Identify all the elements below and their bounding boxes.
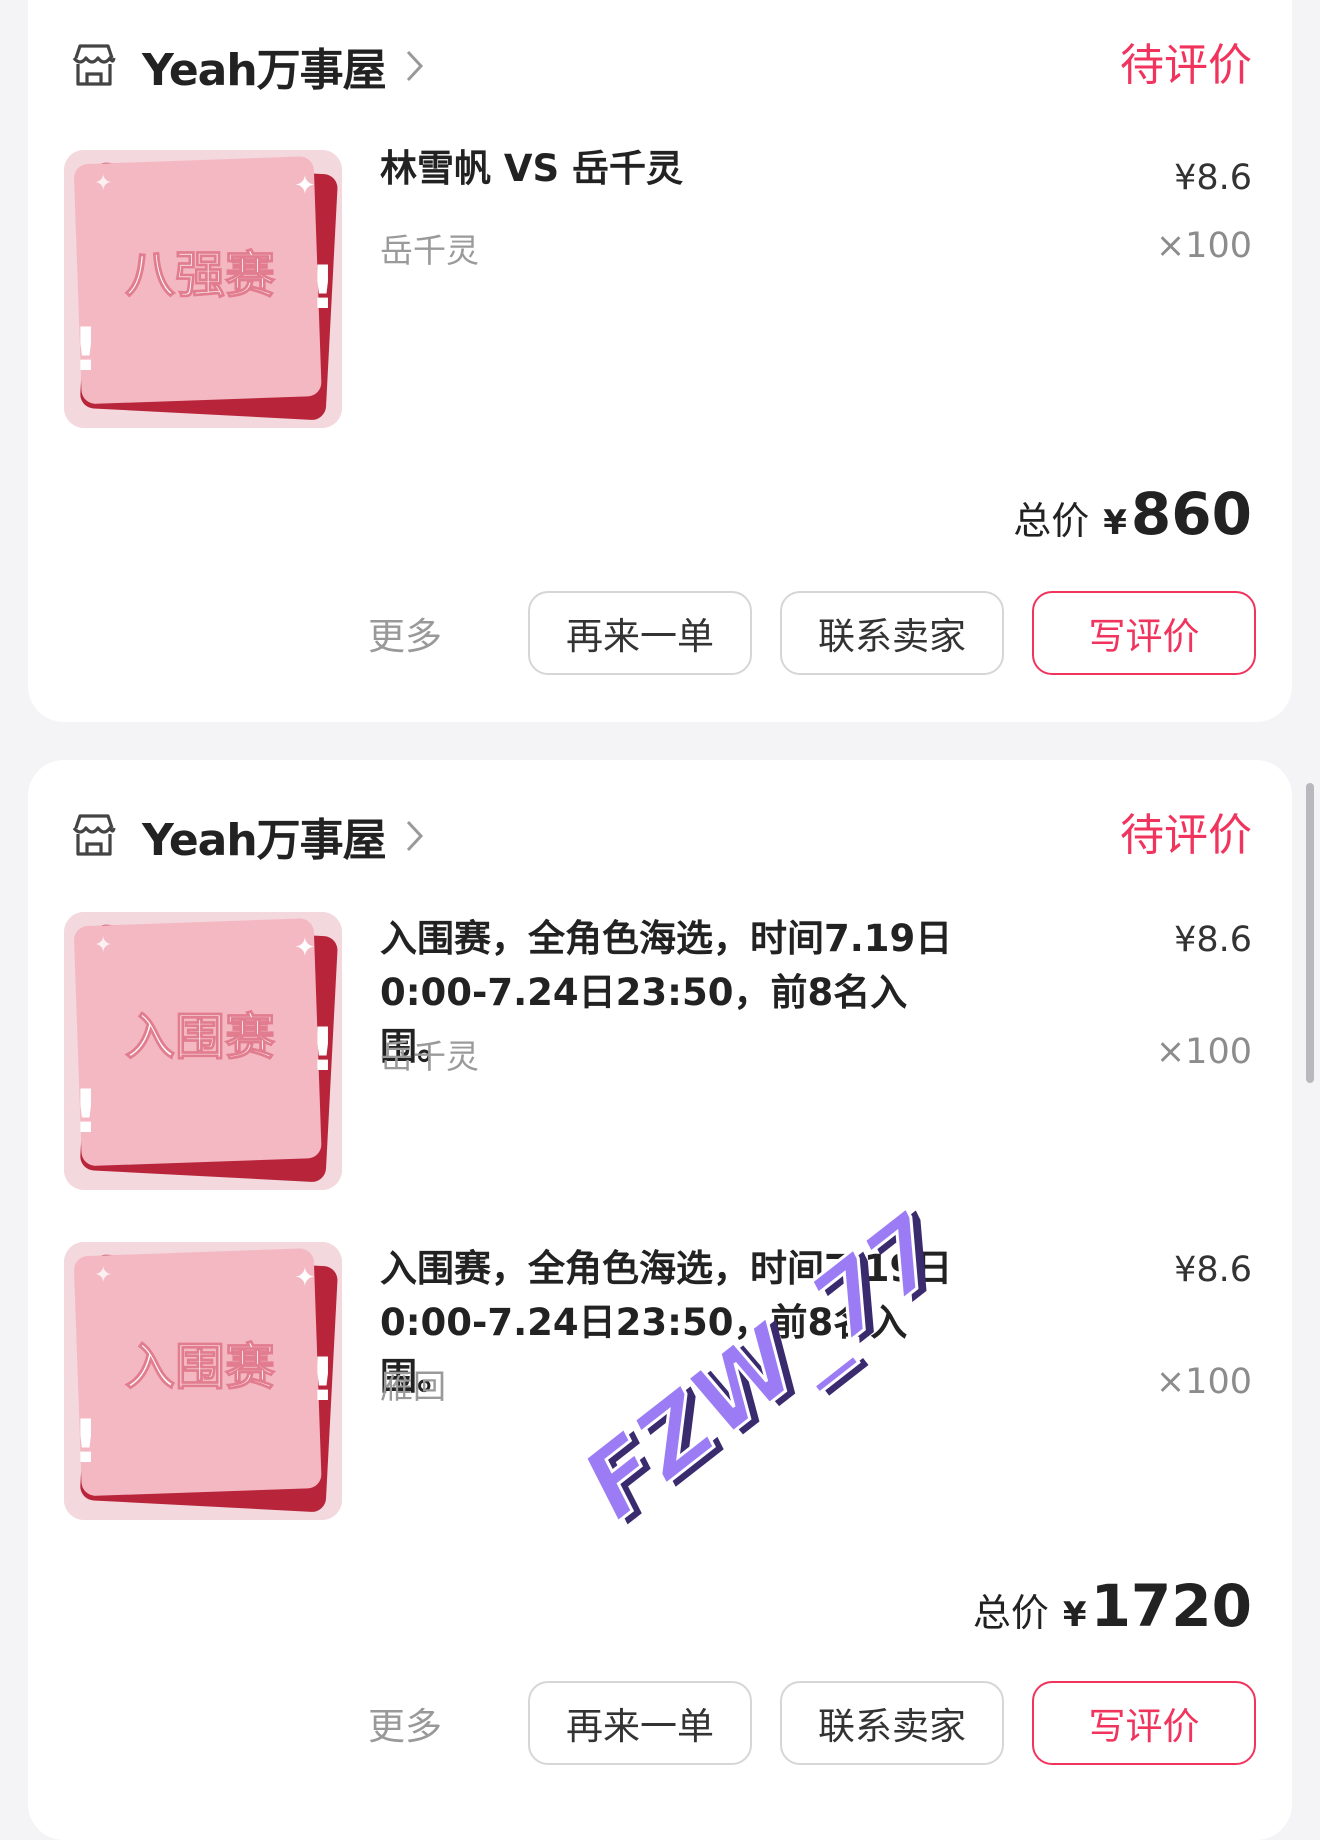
contact-seller-button[interactable]: 联系卖家 xyxy=(780,1681,1004,1765)
order-actions: 更多 再来一单 联系卖家 写评价 xyxy=(368,590,1256,676)
product-price: ¥8.6 xyxy=(1174,158,1252,198)
total-currency: ¥ xyxy=(1103,503,1127,543)
shop-icon xyxy=(72,814,116,856)
svg-text:✦: ✦ xyxy=(94,1263,112,1288)
order-item[interactable]: ✦ ✦ ! ! 入围赛 入围赛，全角色海选，时间7.19日0:00-7.24日2… xyxy=(64,912,1252,1192)
svg-text:!: ! xyxy=(309,1015,336,1085)
order-header: Yeah万事屋 待评价 xyxy=(68,36,1252,96)
total-label: 总价 xyxy=(1013,499,1090,543)
thumbnail-text: 八强赛 xyxy=(125,245,276,304)
product-price: ¥8.6 xyxy=(1174,1250,1252,1290)
svg-text:!: ! xyxy=(72,1407,99,1477)
scrollbar[interactable] xyxy=(1306,783,1314,1083)
write-review-button[interactable]: 写评价 xyxy=(1032,591,1256,675)
order-item[interactable]: ✦ ✦ ! ! 八强赛 林雪帆 VS 岳千灵 岳千灵 ¥8.6 ×100 xyxy=(64,147,1252,430)
shop-name[interactable]: Yeah万事屋 xyxy=(142,804,387,868)
shop-icon xyxy=(72,44,116,86)
product-spec: 岳千灵 xyxy=(380,1037,479,1076)
contact-seller-button[interactable]: 联系卖家 xyxy=(780,591,1004,675)
product-thumbnail[interactable]: ✦ ✦ ! ! 八强赛 xyxy=(64,150,342,428)
product-thumbnail[interactable]: ✦ ✦ ! ! 入围赛 xyxy=(64,1242,342,1520)
svg-text:✦: ✦ xyxy=(294,1263,316,1293)
product-price: ¥8.6 xyxy=(1174,920,1252,960)
reorder-button[interactable]: 再来一单 xyxy=(528,1681,752,1765)
thumbnail-text: 入围赛 xyxy=(125,1007,276,1066)
order-status: 待评价 xyxy=(1120,40,1252,91)
total-amount: 1720 xyxy=(1090,1572,1252,1640)
write-review-button[interactable]: 写评价 xyxy=(1032,1681,1256,1765)
svg-text:✦: ✦ xyxy=(94,933,112,958)
order-total: 总价 ¥ 1720 xyxy=(973,1572,1252,1640)
svg-text:!: ! xyxy=(309,1345,336,1415)
total-currency: ¥ xyxy=(1062,1595,1087,1635)
more-button[interactable]: 更多 xyxy=(368,606,442,660)
product-thumbnail[interactable]: ✦ ✦ ! ! 入围赛 xyxy=(64,912,342,1190)
total-label: 总价 xyxy=(972,1591,1049,1635)
svg-text:!: ! xyxy=(72,1077,99,1147)
product-quantity: ×100 xyxy=(1155,1032,1252,1072)
svg-text:!: ! xyxy=(72,315,99,385)
product-quantity: ×100 xyxy=(1155,226,1252,266)
svg-text:✦: ✦ xyxy=(294,171,316,201)
svg-text:✦: ✦ xyxy=(294,933,316,963)
product-title: 林雪帆 VS 岳千灵 xyxy=(380,147,684,190)
more-button[interactable]: 更多 xyxy=(368,1696,442,1750)
svg-text:!: ! xyxy=(309,253,336,323)
total-amount: 860 xyxy=(1130,480,1252,548)
watermark: FZW_77 FZW_77 xyxy=(560,1191,973,1544)
svg-text:✦: ✦ xyxy=(94,171,112,196)
chevron-right-icon[interactable] xyxy=(404,48,426,84)
order-total: 总价 ¥ 860 xyxy=(1013,480,1252,548)
order-card: Yeah万事屋 待评价 ✦ ✦ ! ! 八强赛 林雪帆 VS 岳千灵 岳千灵 ¥… xyxy=(28,0,1292,722)
thumbnail-text: 入围赛 xyxy=(125,1337,276,1396)
shop-name[interactable]: Yeah万事屋 xyxy=(142,34,387,98)
product-spec: 雁回 xyxy=(380,1367,446,1406)
product-quantity: ×100 xyxy=(1155,1362,1252,1402)
reorder-button[interactable]: 再来一单 xyxy=(528,591,752,675)
order-header: Yeah万事屋 待评价 xyxy=(68,806,1252,866)
watermark-text: FZW_77 xyxy=(562,1193,964,1542)
order-status: 待评价 xyxy=(1120,810,1252,861)
order-actions: 更多 再来一单 联系卖家 写评价 xyxy=(368,1680,1256,1766)
chevron-right-icon[interactable] xyxy=(404,818,426,854)
product-spec: 岳千灵 xyxy=(380,231,479,270)
